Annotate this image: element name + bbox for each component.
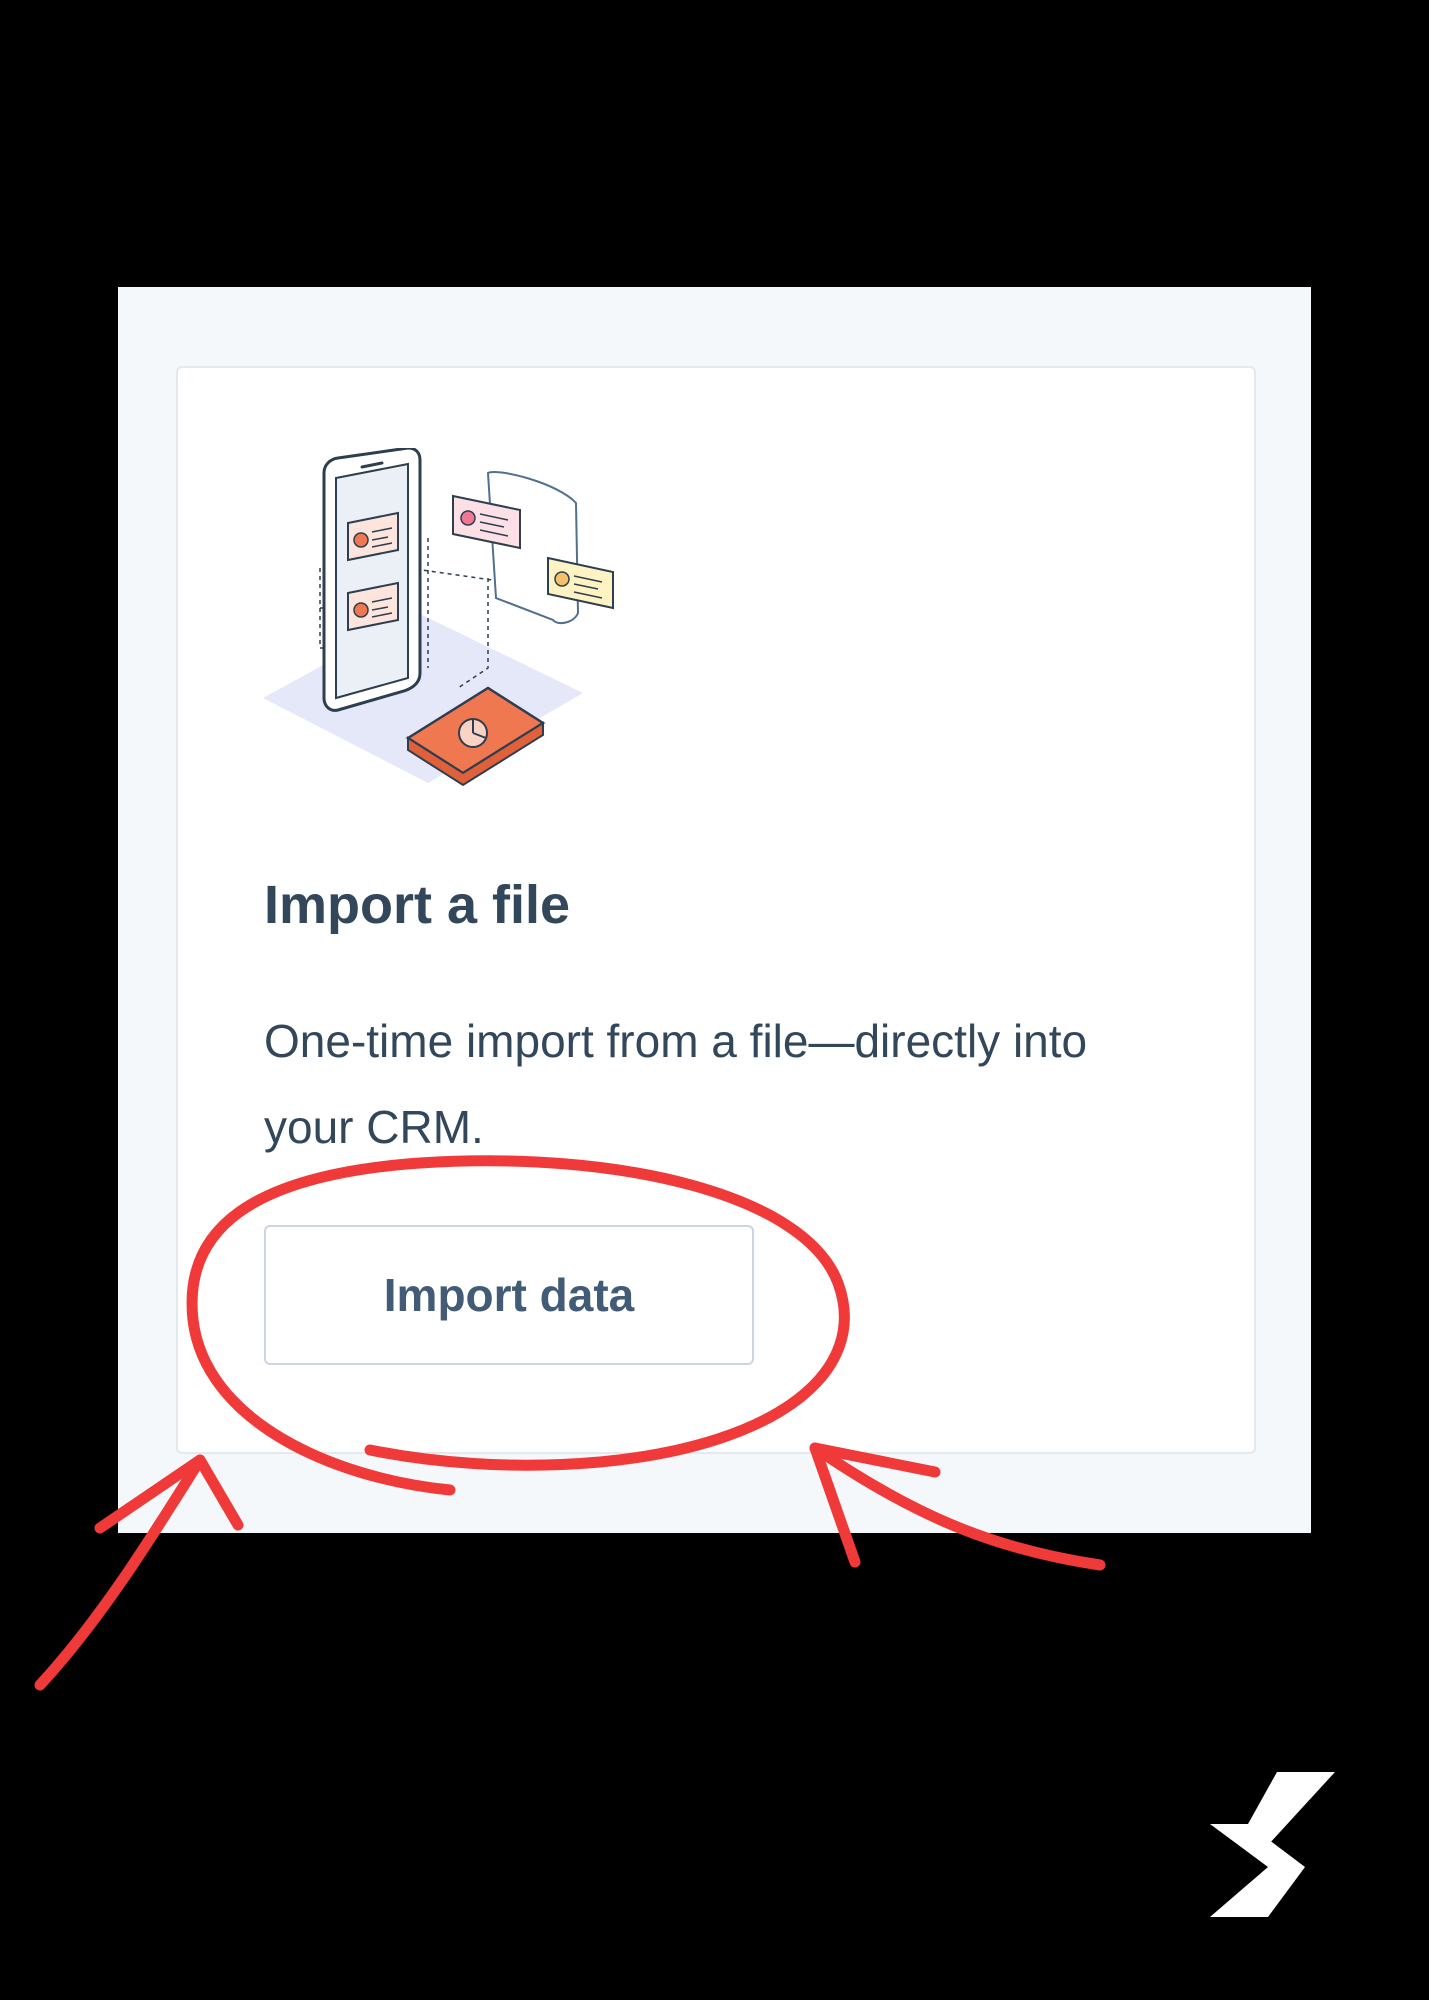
- phone-file-import-illustration: [263, 448, 614, 787]
- card-title: Import a file: [264, 875, 571, 935]
- import-data-button[interactable]: Import data: [264, 1225, 754, 1365]
- card-description: One-time import from a file—directly int…: [264, 1015, 1088, 1153]
- brand-s-logo-icon: [1210, 1772, 1335, 1917]
